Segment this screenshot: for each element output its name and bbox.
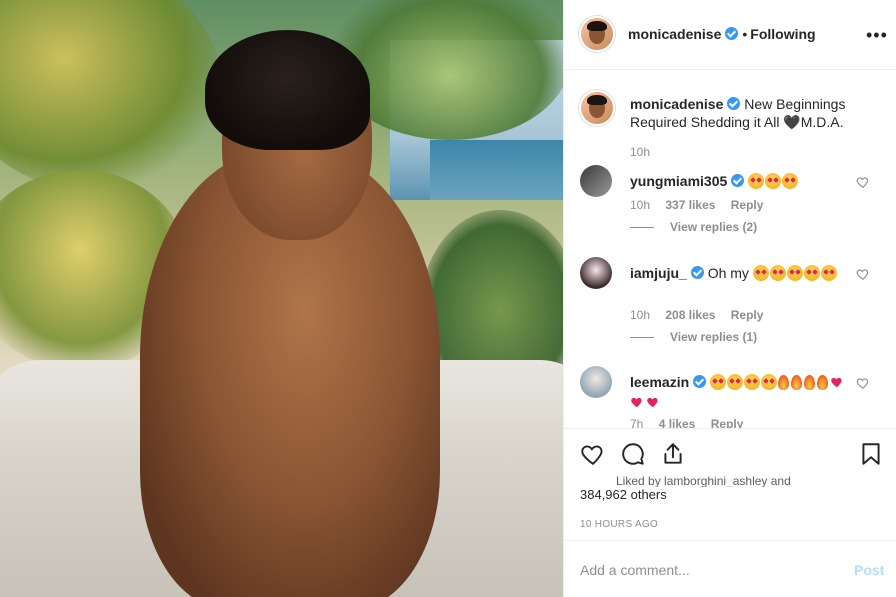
- post-comment-button[interactable]: Post: [854, 562, 884, 578]
- heart-eyes-emoji: [820, 265, 837, 281]
- liked-by-text[interactable]: Liked by lamborghini_ashley and: [580, 473, 880, 487]
- verified-badge-icon: [693, 375, 707, 388]
- comment-meta: 10h 208 likes Reply: [630, 308, 775, 322]
- comment-time[interactable]: 10h: [630, 308, 650, 322]
- comment-icon[interactable]: [620, 441, 646, 467]
- comment-time[interactable]: 7h: [630, 417, 643, 428]
- author-line: monicadenise • Following: [628, 26, 816, 42]
- more-options-icon[interactable]: •••: [866, 25, 888, 46]
- heart-outline-icon[interactable]: [580, 441, 606, 467]
- comment-meta: 7h 4 likes Reply: [630, 417, 755, 428]
- heart-eyes-emoji: [769, 265, 786, 281]
- commenter-username[interactable]: leemazin: [630, 374, 689, 390]
- heart-eyes-emoji: [727, 374, 744, 390]
- comment-text: yungmiami305: [630, 171, 850, 191]
- author-username[interactable]: monicadenise: [628, 26, 721, 42]
- verified-badge-icon: [725, 27, 739, 40]
- commenter-avatar[interactable]: [580, 366, 612, 398]
- heart-eyes-emoji: [765, 173, 782, 189]
- share-icon[interactable]: [660, 441, 686, 467]
- comment-time[interactable]: 10h: [630, 198, 650, 212]
- heart-eyes-emoji: [710, 374, 727, 390]
- commenter-username[interactable]: iamjuju_: [630, 265, 687, 281]
- verified-badge-icon: [727, 97, 741, 110]
- fire-emoji: [778, 375, 790, 390]
- add-comment-input[interactable]: Add a comment...: [580, 562, 690, 578]
- comment-text: iamjuju_ Oh my: [630, 263, 850, 283]
- post-header: monicadenise • Following •••: [564, 0, 896, 70]
- photo-person-hair: [205, 30, 370, 150]
- post-timestamp[interactable]: 10 HOURS AGO: [580, 519, 658, 530]
- caption-username[interactable]: monicadenise: [630, 96, 723, 112]
- comment-likes[interactable]: 208 likes: [665, 308, 715, 322]
- heart-eyes-emoji: [744, 374, 761, 390]
- commenter-avatar[interactable]: [580, 165, 612, 197]
- heart-eyes-emoji: [748, 173, 765, 189]
- commenter-avatar[interactable]: [580, 257, 612, 289]
- fire-emoji: [791, 375, 803, 390]
- comment-words: Oh my: [707, 265, 749, 281]
- comment-emoji: [748, 173, 799, 189]
- post-photo[interactable]: [0, 0, 563, 597]
- verified-badge-icon: [731, 174, 745, 187]
- likes-count[interactable]: 384,962 others: [580, 487, 880, 503]
- heart-eyes-emoji: [761, 374, 778, 390]
- reply-button[interactable]: Reply: [731, 308, 764, 322]
- reply-button[interactable]: Reply: [711, 417, 744, 428]
- separator-dot: •: [742, 26, 748, 42]
- post-actions: Liked by lamborghini_ashley and 384,962 …: [564, 428, 896, 540]
- red-heart-emoji: [630, 394, 644, 408]
- commenter-username[interactable]: yungmiami305: [630, 173, 727, 189]
- likes-summary[interactable]: Liked by lamborghini_ashley and 384,962 …: [580, 473, 880, 503]
- heart-eyes-emoji: [786, 265, 803, 281]
- fire-emoji: [804, 375, 816, 390]
- add-comment-bar: Add a comment... Post: [564, 540, 896, 597]
- red-heart-emoji: [830, 374, 844, 388]
- photo-sea: [430, 140, 563, 200]
- red-heart-emoji: [646, 394, 660, 408]
- comment-emoji: [752, 265, 838, 281]
- comment-meta: 10h 337 likes Reply: [630, 198, 775, 212]
- photo-palm-leaves: [0, 0, 220, 190]
- reply-button[interactable]: Reply: [731, 198, 764, 212]
- view-replies-button[interactable]: View replies (2): [630, 220, 757, 234]
- bookmark-icon[interactable]: [858, 441, 884, 467]
- comments-list[interactable]: monicadenise New Beginnings Required She…: [564, 70, 896, 428]
- comment-likes[interactable]: 4 likes: [659, 417, 696, 428]
- like-comment-icon[interactable]: [856, 376, 870, 390]
- caption-time[interactable]: 10h: [630, 145, 650, 159]
- author-avatar[interactable]: [579, 16, 615, 52]
- post-side-panel: monicadenise • Following ••• monicadenise …: [563, 0, 896, 597]
- comment-text: leemazin: [630, 372, 850, 412]
- verified-badge-icon: [690, 266, 704, 279]
- like-comment-icon[interactable]: [856, 267, 870, 281]
- view-replies-button[interactable]: View replies (1): [630, 330, 757, 344]
- caption: monicadenise New Beginnings Required She…: [630, 95, 870, 131]
- heart-eyes-emoji: [782, 173, 799, 189]
- comment-likes[interactable]: 337 likes: [665, 198, 715, 212]
- fire-emoji: [817, 375, 829, 390]
- like-comment-icon[interactable]: [856, 175, 870, 189]
- following-button[interactable]: Following: [750, 26, 815, 42]
- heart-eyes-emoji: [752, 265, 769, 281]
- heart-eyes-emoji: [803, 265, 820, 281]
- caption-avatar[interactable]: [579, 90, 615, 126]
